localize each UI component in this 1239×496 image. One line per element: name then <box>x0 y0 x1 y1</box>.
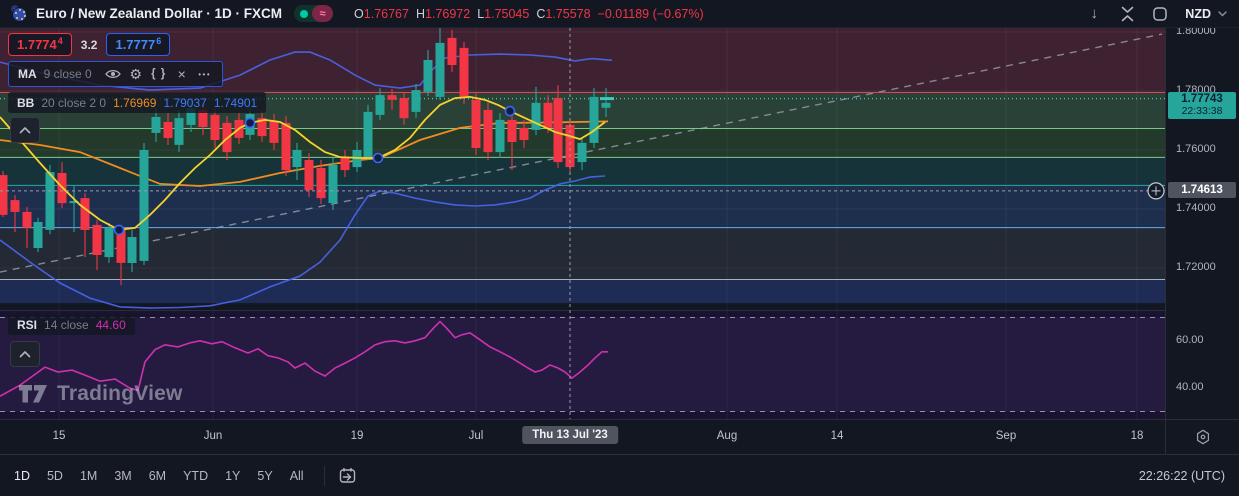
ohlc-value: 1.76972 <box>425 6 471 21</box>
time-axis-label: Jul <box>468 430 484 442</box>
chevron-up-icon <box>19 126 31 134</box>
range-ytd-button[interactable]: YTD <box>183 469 208 483</box>
ohlc-label: O <box>354 6 364 21</box>
price-change: −0.01189 (−0.67%) <box>597 6 704 21</box>
ohlc-value: 1.76767 <box>363 6 409 21</box>
gear-icon[interactable]: ⚙ <box>128 66 144 83</box>
currency-dropdown[interactable]: NZD <box>1185 7 1227 21</box>
spread-value: 3.2 <box>80 37 98 52</box>
bb-basis-value: 1.76969 <box>113 95 157 110</box>
collapse-main-pane-button[interactable] <box>10 117 40 143</box>
indicator-params: 9 close 0 <box>43 67 92 81</box>
toolbar-divider <box>323 465 325 486</box>
eu-flag-icon <box>12 7 27 22</box>
time-axis-label: Jun <box>203 430 223 442</box>
range-3m-button[interactable]: 3M <box>114 469 131 483</box>
ohlc-value: 1.75045 <box>484 6 530 21</box>
symbol-flag-icon[interactable] <box>10 4 29 23</box>
rsi-axis-label: 60.00 <box>1176 334 1204 346</box>
range-1m-button[interactable]: 1M <box>80 469 97 483</box>
time-axis-label: 14 <box>830 430 844 442</box>
fullscreen-button[interactable] <box>1147 2 1173 26</box>
fullscreen-icon <box>1153 6 1168 21</box>
collapse-pane-button[interactable] <box>1114 2 1140 26</box>
rsi-axis-label: 40.00 <box>1176 381 1204 393</box>
ma-anchor-point[interactable] <box>113 224 125 236</box>
clock-utc[interactable]: 22:26:22 (UTC) <box>1139 469 1225 483</box>
order-entry-row: 1.7774 4 3.2 1.7777 6 <box>8 33 171 56</box>
range-1d-button[interactable]: 1D <box>14 469 30 483</box>
date-range-buttons: 1D 5D 1M 3M 6M YTD 1Y 5Y All <box>14 469 321 483</box>
bar-countdown: 22:33:38 <box>1181 104 1223 117</box>
indicator-row-rsi[interactable]: RSI 14 close 44.60 <box>8 315 135 335</box>
price-axis-label: 1.72000 <box>1176 261 1216 273</box>
approx-price-icon: ≈ <box>312 5 334 22</box>
scale-settings-icon <box>1196 429 1209 445</box>
indicator-name: MA <box>18 67 37 81</box>
indicator-name: BB <box>17 95 35 110</box>
range-all-button[interactable]: All <box>290 469 304 483</box>
more-icon[interactable]: ••• <box>197 70 213 79</box>
ohlc-values: O1.76767 H1.76972 L1.75045 C1.75578 −0.01189… <box>347 7 704 21</box>
download-button[interactable]: ↓ <box>1081 2 1107 26</box>
currency-label: NZD <box>1185 6 1211 21</box>
watermark-text: TradingView <box>57 382 183 405</box>
collapse-rsi-pane-button[interactable] <box>10 341 40 367</box>
tradingview-watermark: TradingView <box>18 382 183 406</box>
rsi-value: 44.60 <box>95 318 126 332</box>
time-axis-label: Aug <box>716 430 738 442</box>
chevron-up-icon <box>19 350 31 358</box>
time-axis-label: 19 <box>350 430 364 442</box>
go-to-date-button[interactable] <box>338 466 357 485</box>
close-icon[interactable]: × <box>174 66 190 82</box>
sell-price-button[interactable]: 1.7774 4 <box>8 33 72 56</box>
price-axis-label: 1.74000 <box>1176 202 1216 214</box>
market-status-toggle[interactable]: ≈ <box>294 5 334 22</box>
range-6m-button[interactable]: 6M <box>149 469 166 483</box>
range-5y-button[interactable]: 5Y <box>257 469 272 483</box>
price-axis-label: 1.76000 <box>1176 143 1216 155</box>
crosshair-price-badge: 1.74613 <box>1168 181 1236 198</box>
bb-upper-value: 1.79037 <box>163 95 207 110</box>
tradingview-chart-window: Euro / New Zealand Dollar · 1D · FXCM ≈ … <box>0 0 1239 496</box>
ask-price: 1.7777 <box>115 37 156 52</box>
range-1y-button[interactable]: 1Y <box>225 469 240 483</box>
indicator-params: 14 close <box>44 318 89 332</box>
bid-price: 1.7774 <box>17 37 57 52</box>
download-icon: ↓ <box>1090 5 1099 22</box>
bottom-toolbar: 1D 5D 1M 3M 6M YTD 1Y 5Y All 22:26:22 (UTC) <box>0 454 1239 496</box>
calendar-goto-icon <box>339 468 355 483</box>
ma-anchor-point[interactable] <box>244 117 256 129</box>
time-axis-label: 18 <box>1130 430 1144 442</box>
axis-settings-corner[interactable] <box>1165 419 1239 454</box>
crosshair-date-badge: Thu 13 Jul '23 <box>522 426 618 444</box>
indicator-name: RSI <box>17 318 38 332</box>
buy-price-button[interactable]: 1.7777 6 <box>106 33 171 56</box>
source-code-icon[interactable]: { } <box>151 68 167 80</box>
tradingview-logo-icon <box>19 385 47 403</box>
time-axis[interactable]: Thu 13 Jul '23 15 Jun 19 Jul Aug 14 Sep 18 <box>0 419 1165 454</box>
range-5d-button[interactable]: 5D <box>47 469 63 483</box>
price-scale[interactable]: 40.00 60.00 1.72000 1.74000 1.76000 1.78000 1.… <box>1165 25 1239 419</box>
indicator-row-bb[interactable]: BB 20 close 2 0 1.76969 1.79037 1.74901 <box>8 92 267 113</box>
time-axis-label: 15 <box>52 430 66 442</box>
chevron-down-icon <box>1218 10 1227 16</box>
bb-lower-value: 1.74901 <box>213 95 258 110</box>
ohlc-value: 1.75578 <box>545 6 591 21</box>
ma-anchor-point[interactable] <box>372 152 384 164</box>
eye-icon[interactable] <box>104 68 121 80</box>
top-toolbar: Euro / New Zealand Dollar · 1D · FXCM ≈ … <box>0 0 1239 28</box>
indicator-params: 20 close 2 0 <box>41 95 107 110</box>
last-price: 1.77743 <box>1181 92 1223 105</box>
collapse-expand-icon <box>1121 6 1134 21</box>
ma-anchor-point[interactable] <box>504 105 516 117</box>
last-price-badge: 1.77743 22:33:38 <box>1168 91 1236 119</box>
indicator-row-ma[interactable]: MA 9 close 0 ⚙ { } × ••• <box>8 61 223 87</box>
ohlc-label: C <box>536 6 546 21</box>
time-axis-label: Sep <box>995 430 1017 442</box>
symbol-title[interactable]: Euro / New Zealand Dollar · 1D · FXCM <box>36 6 282 21</box>
chart-area: 1.7774 4 3.2 1.7777 6 MA 9 close 0 ⚙ { } ×… <box>0 28 1165 419</box>
market-open-dot-icon <box>300 9 309 18</box>
ohlc-label: H <box>415 6 425 21</box>
